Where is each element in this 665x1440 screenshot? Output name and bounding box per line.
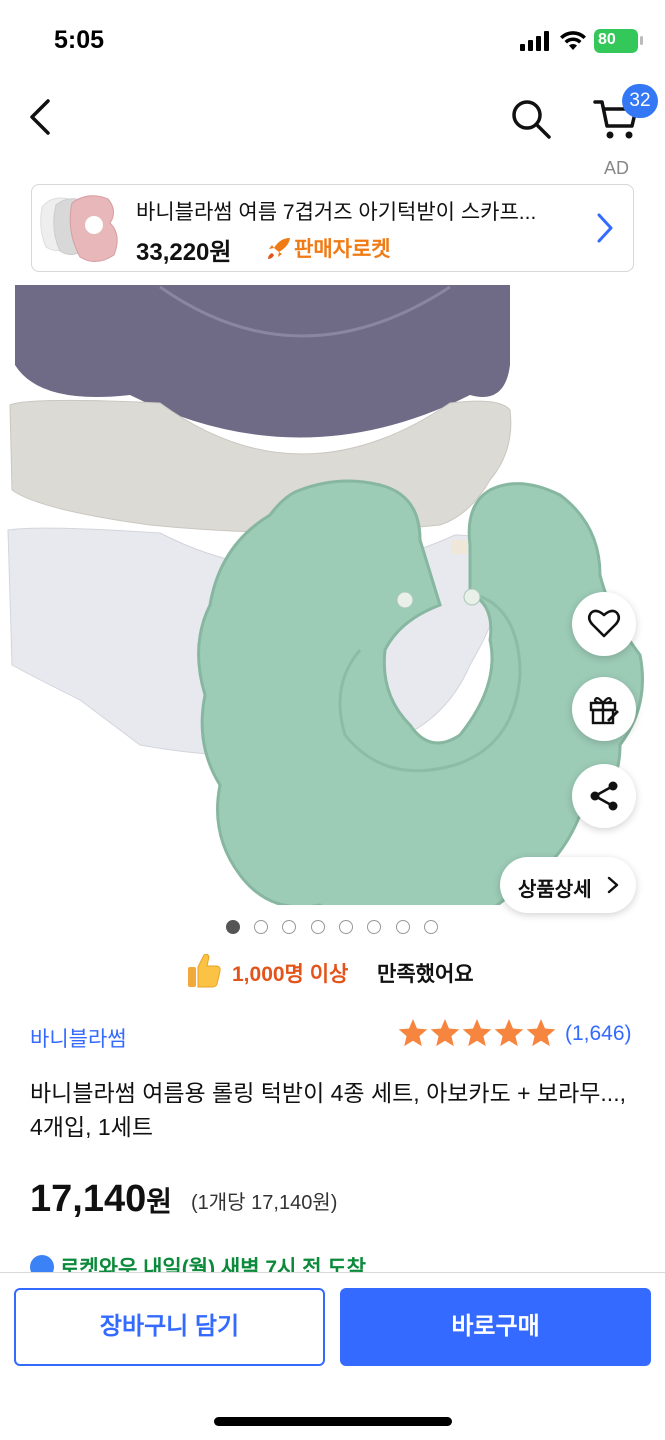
ad-product-thumbnail — [40, 195, 118, 262]
share-icon — [590, 781, 618, 811]
chevron-right-icon — [597, 213, 613, 243]
top-header — [0, 80, 665, 160]
heart-icon — [587, 609, 621, 638]
star-icon — [526, 1019, 556, 1047]
wishlist-button[interactable] — [572, 592, 636, 656]
star-rating[interactable] — [398, 1018, 556, 1050]
seller-rocket-badge: 판매자로켓 — [266, 233, 391, 263]
review-count[interactable]: (1,646) — [565, 1022, 632, 1046]
pagination-dot[interactable] — [396, 920, 410, 934]
price-number: 17,140 — [30, 1178, 147, 1220]
gift-icon — [589, 696, 619, 725]
status-bar: 5:05 80 — [0, 0, 665, 80]
home-indicator — [214, 1417, 452, 1426]
delivery-text: 로켓와우 내일(월) 새벽 7시 전 도착 — [60, 1257, 366, 1272]
cellular-signal-icon — [520, 31, 549, 51]
bottom-action-bar: 장바구니 담기 바로구매 — [0, 1272, 665, 1440]
brand-link[interactable]: 바니블라썸 — [30, 1023, 127, 1053]
battery-tip — [640, 36, 643, 45]
ad-title: 바니블라썸 여름 7겹거즈 아기턱받이 스카프... — [136, 201, 537, 224]
battery-icon: 80 — [594, 29, 638, 53]
delivery-info: 로켓와우 내일(월) 새벽 7시 전 도착 — [30, 1252, 650, 1272]
product-image-gallery[interactable] — [0, 275, 665, 929]
pagination-dot[interactable] — [424, 920, 438, 934]
satisfaction-count: 1,000명 이상 — [232, 963, 349, 986]
ad-price: 33,220원 — [136, 239, 232, 266]
pagination-dot[interactable] — [254, 920, 268, 934]
star-icon — [494, 1019, 524, 1047]
back-arrow-icon[interactable] — [22, 95, 62, 139]
product-photo — [7, 285, 644, 929]
price-unit: 원 — [146, 1186, 172, 1217]
buy-now-button[interactable]: 바로구매 — [340, 1288, 651, 1366]
pagination-dot[interactable] — [282, 920, 296, 934]
product-title: 바니블라썸 여름용 롤링 턱받이 4종 세트, 아보카도 + 보라무..., 4… — [30, 1080, 626, 1140]
star-icon — [430, 1019, 460, 1047]
pagination-dot[interactable] — [311, 920, 325, 934]
chevron-right-icon — [607, 876, 619, 894]
star-icon — [462, 1019, 492, 1047]
ad-label: AD — [604, 158, 630, 178]
pagination-dot[interactable] — [367, 920, 381, 934]
search-icon[interactable] — [508, 96, 554, 142]
rocket-icon — [268, 238, 290, 259]
pagination-dot[interactable] — [339, 920, 353, 934]
seller-rocket-label: 판매자로켓 — [294, 238, 391, 261]
wifi-icon — [560, 31, 586, 50]
share-button[interactable] — [572, 764, 636, 828]
product-detail-button[interactable]: 상품상세 — [500, 857, 636, 913]
ad-banner[interactable]: 바니블라썸 여름 7겹거즈 아기턱받이 스카프... 33,220원 판매자로켓 — [31, 184, 634, 272]
battery-level: 80 — [598, 31, 616, 48]
add-to-cart-button[interactable]: 장바구니 담기 — [14, 1288, 325, 1366]
product-price: 17,140원 — [30, 1178, 172, 1221]
unit-price: (1개당 17,140원) — [191, 1192, 338, 1214]
pagination-dot[interactable] — [226, 920, 240, 934]
rocket-wow-logo-icon — [30, 1255, 54, 1272]
status-time: 5:05 — [54, 26, 105, 54]
thumbs-up-icon — [188, 953, 221, 988]
satisfaction-text: 만족했어요 — [377, 963, 474, 986]
star-icon — [398, 1019, 428, 1047]
product-detail-label: 상품상세 — [518, 879, 592, 901]
cart-count-badge: 32 — [622, 84, 658, 118]
gift-button[interactable] — [572, 677, 636, 741]
